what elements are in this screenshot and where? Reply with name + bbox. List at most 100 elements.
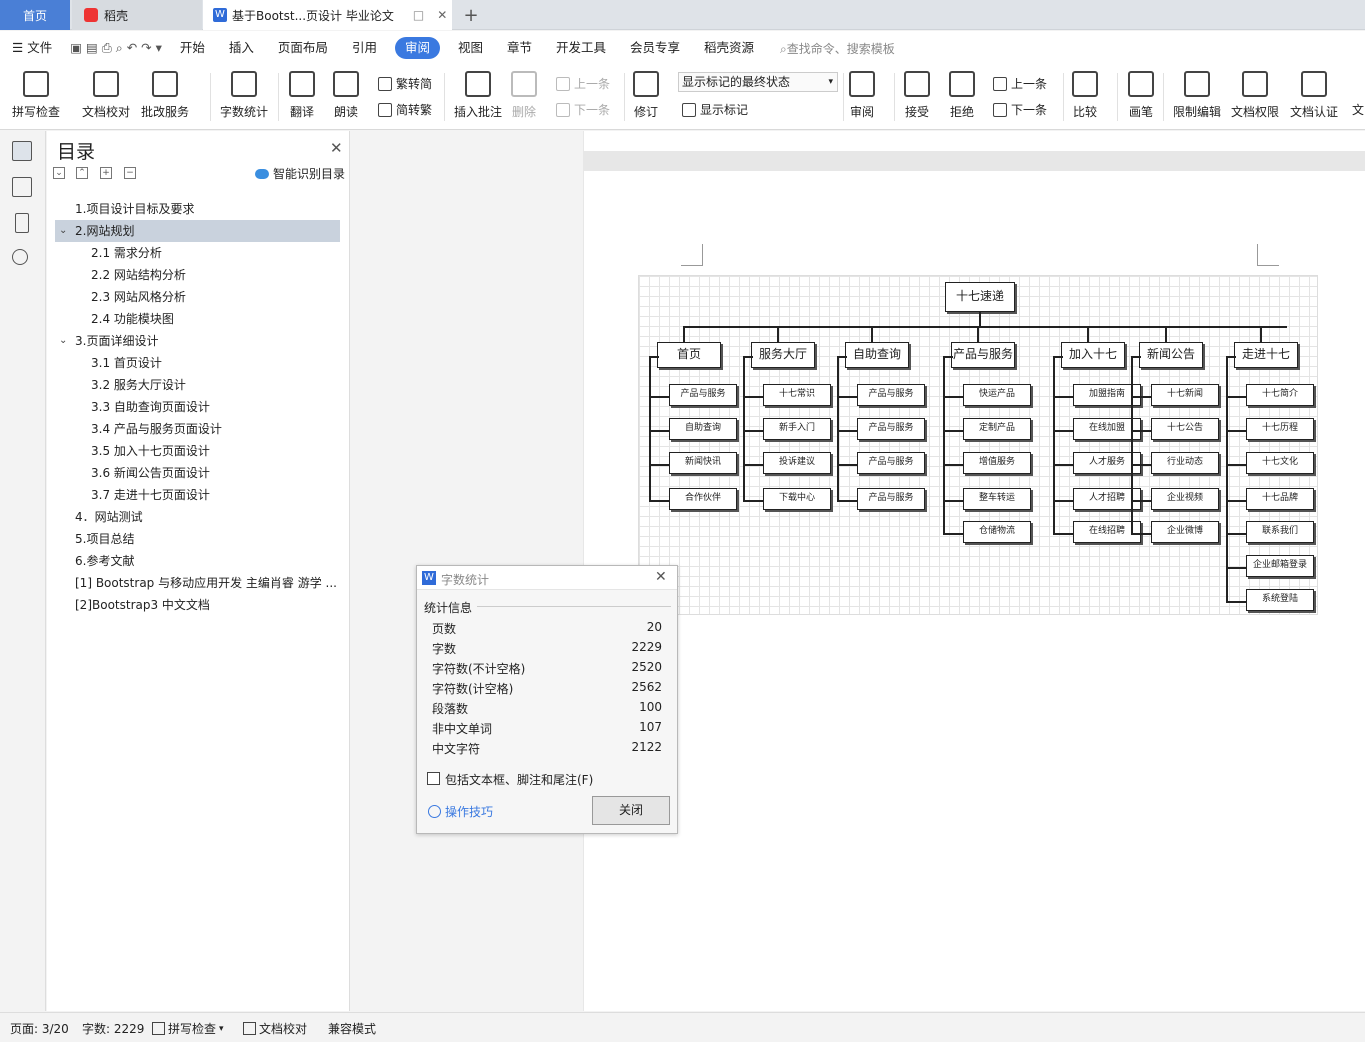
toc-item[interactable]: 2.1 需求分析: [55, 242, 162, 264]
connector-line: [777, 326, 779, 342]
diagram-node: 定制产品: [963, 418, 1031, 440]
simp-to-trad-button[interactable]: 简转繁: [378, 101, 432, 118]
new-tab-label: +: [463, 4, 479, 26]
show-markup-button[interactable]: 显示标记: [682, 101, 748, 118]
toc-item[interactable]: ⌄ 3.页面详细设计: [55, 330, 158, 352]
page-indicator[interactable]: 页面: 3/20: [10, 1020, 69, 1037]
prev-change-button[interactable]: 上一条: [993, 75, 1047, 92]
next-change-button[interactable]: 下一条: [993, 101, 1047, 118]
chapter-panel-icon[interactable]: [12, 177, 32, 197]
pen-button[interactable]: 画笔: [1128, 71, 1154, 120]
toc-item[interactable]: 4．网站测试: [55, 506, 143, 528]
toc-panel-icon[interactable]: [12, 141, 32, 161]
add-level-icon[interactable]: +: [100, 167, 112, 179]
certify-icon: [1301, 71, 1327, 97]
toc-item-selected[interactable]: ⌄ 2.网站规划: [55, 220, 340, 242]
quick-access-icons[interactable]: ▣ ▤ ⎙ ⌕ ↶ ↷ ▾: [64, 37, 168, 59]
stat-row: 非中文单词 107: [432, 720, 662, 740]
proofread-label: 文档校对: [82, 105, 131, 119]
tab-daoke[interactable]: 稻壳: [72, 0, 202, 30]
close-tab-icon[interactable]: ✕: [437, 8, 447, 22]
insert-comment-button[interactable]: 插入批注: [454, 71, 502, 120]
spell-check-status[interactable]: 拼写检查 ▾: [152, 1020, 224, 1037]
menu-review[interactable]: 审阅: [394, 37, 440, 59]
menu-view[interactable]: 视图: [446, 37, 495, 59]
smart-toc-button[interactable]: 智能识别目录: [255, 165, 345, 182]
connector-line: [837, 464, 857, 466]
diagram-node: 新闻快讯: [669, 452, 737, 474]
include-textbox-label[interactable]: 包括文本框、脚注和尾注(F): [445, 771, 593, 788]
diagram-node: 产品与服务: [857, 452, 925, 474]
pin-icon[interactable]: □: [413, 8, 424, 22]
toc-item[interactable]: [1] Bootstrap 与移动应用开发 主编肖睿 游学 ...: [55, 572, 340, 594]
more-button[interactable]: 文: [1352, 101, 1364, 118]
document-page[interactable]: 十七速递 首页 产品与服务 自助查询 新闻快讯 合作伙伴 服务大厅 十七常识 新手入门 投诉建议下…: [584, 171, 1365, 1011]
prev-comment-button[interactable]: 上一条: [556, 75, 610, 92]
include-textbox-checkbox[interactable]: [427, 772, 440, 785]
next-comment-button[interactable]: 下一条: [556, 101, 610, 118]
menu-layout[interactable]: 页面布局: [266, 37, 340, 59]
word-count-button[interactable]: 字数统计: [220, 71, 268, 120]
review-pane-button[interactable]: 审阅: [849, 71, 875, 120]
translate-button[interactable]: 翻译: [289, 71, 315, 120]
collapse-all-icon[interactable]: ⌄: [53, 167, 65, 179]
menu-insert[interactable]: 插入: [217, 37, 266, 59]
toc-item[interactable]: [2]Bootstrap3 中文文档: [55, 594, 210, 616]
spell-check-button[interactable]: 拼写检查: [12, 71, 60, 120]
menu-start[interactable]: 开始: [168, 37, 217, 59]
bookmark-icon[interactable]: [15, 213, 29, 233]
doc-permission-button[interactable]: 文档权限: [1231, 71, 1279, 120]
toc-item[interactable]: 2.2 网站结构分析: [55, 264, 186, 286]
toc-item[interactable]: 3.4 产品与服务页面设计: [55, 418, 222, 440]
tab-home[interactable]: 首页: [0, 0, 70, 30]
delete-comment-button[interactable]: 删除: [511, 71, 537, 120]
expand-up-icon[interactable]: ⌃: [76, 167, 88, 179]
menu-reference[interactable]: 引用: [340, 37, 389, 59]
remove-level-icon[interactable]: −: [124, 167, 136, 179]
toc-item[interactable]: 3.5 加入十七页面设计: [55, 440, 210, 462]
toc-item[interactable]: 1.项目设计目标及要求: [55, 198, 340, 220]
search-icon[interactable]: [12, 249, 28, 265]
new-tab-button[interactable]: +: [458, 0, 484, 30]
comment-icon: [465, 71, 491, 97]
review-ribbon: 拼写检查 文档校对 批改服务 字数统计 翻译 朗读 繁转简 简转繁 插入批注 删…: [0, 65, 1365, 130]
trad-to-simp-button[interactable]: 繁转简: [378, 75, 432, 92]
proofread-button[interactable]: 文档校对: [82, 71, 130, 120]
read-aloud-button[interactable]: 朗读: [333, 71, 359, 120]
doc-certify-button[interactable]: 文档认证: [1290, 71, 1338, 120]
toc-item[interactable]: 5.项目总结: [55, 528, 134, 550]
toc-item[interactable]: 2.3 网站风格分析: [55, 286, 186, 308]
close-icon[interactable]: ✕: [655, 569, 667, 585]
toc-item[interactable]: 3.3 自助查询页面设计: [55, 396, 210, 418]
connector-line: [743, 396, 763, 398]
track-changes-button[interactable]: 修订: [633, 71, 659, 120]
close-button[interactable]: 关闭: [592, 796, 670, 825]
toc-item[interactable]: 3.7 走进十七页面设计: [55, 484, 210, 506]
toc-item[interactable]: 3.6 新闻公告页面设计: [55, 462, 210, 484]
menu-chapter[interactable]: 章节: [495, 37, 544, 59]
reject-button[interactable]: 拒绝: [949, 71, 975, 120]
trad-to-simp-icon: [378, 76, 392, 91]
menu-member[interactable]: 会员专享: [618, 37, 692, 59]
close-icon[interactable]: ✕: [330, 139, 343, 157]
diagram-column-head: 首页: [657, 342, 721, 368]
proofread-status[interactable]: 文档校对: [243, 1020, 307, 1037]
restrict-edit-button[interactable]: 限制编辑: [1173, 71, 1221, 120]
toc-item[interactable]: 6.参考文献: [55, 550, 134, 572]
compare-button[interactable]: 比较: [1072, 71, 1098, 120]
file-menu[interactable]: ☰ 文件: [0, 37, 64, 59]
tab-document[interactable]: W 基于Bootst...页设计 毕业论文 □ ✕: [203, 0, 452, 30]
word-count-indicator[interactable]: 字数: 2229: [82, 1020, 144, 1037]
accept-button[interactable]: 接受: [904, 71, 930, 120]
toc-item[interactable]: 3.1 首页设计: [55, 352, 162, 374]
tips-link[interactable]: 操作技巧: [428, 803, 493, 820]
revise-service-button[interactable]: 批改服务: [141, 71, 189, 120]
command-search[interactable]: ⌕查找命令、搜索模板: [780, 40, 895, 57]
toc-item[interactable]: 2.4 功能模块图: [55, 308, 174, 330]
menu-daoke-res[interactable]: 稻壳资源: [692, 37, 766, 59]
markup-state-select[interactable]: 显示标记的最终状态 ▾: [678, 72, 838, 92]
spell-check-status-label: 拼写检查: [168, 1022, 217, 1036]
connector-line: [1131, 356, 1133, 535]
menu-devtools[interactable]: 开发工具: [544, 37, 618, 59]
toc-item[interactable]: 3.2 服务大厅设计: [55, 374, 186, 396]
